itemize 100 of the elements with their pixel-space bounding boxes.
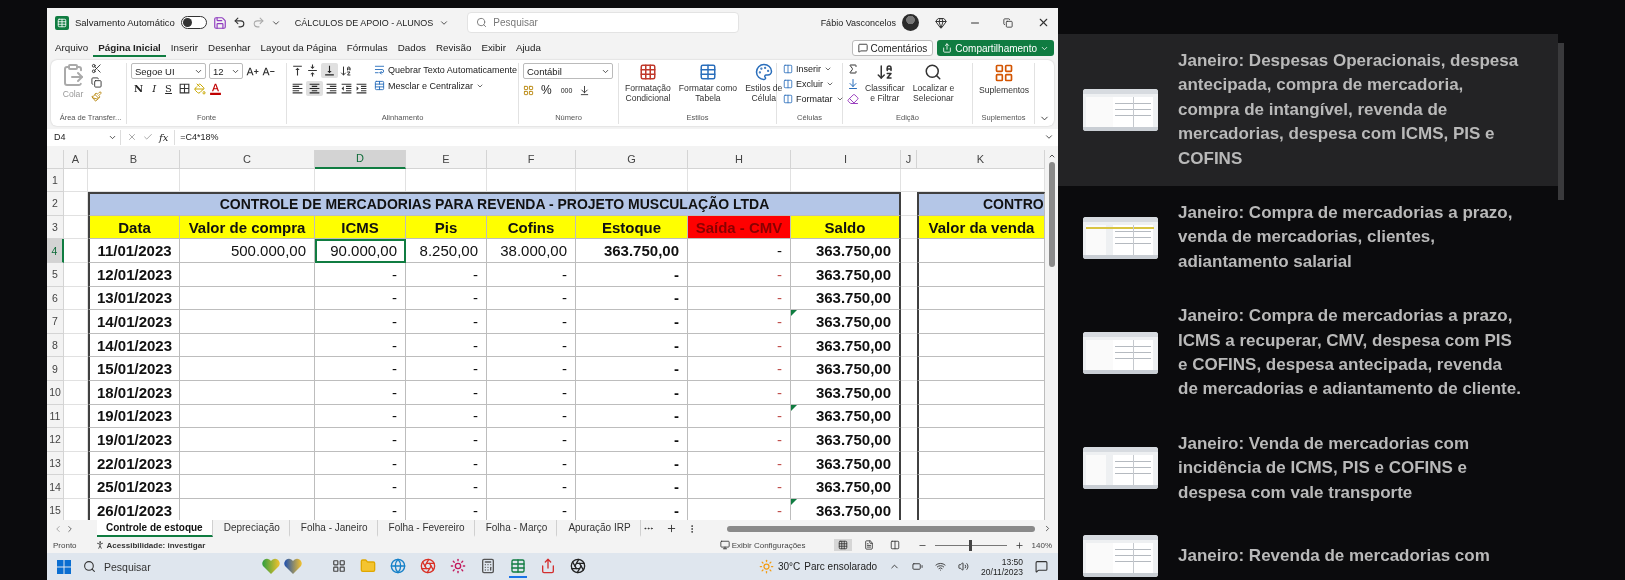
fill-color-icon[interactable] bbox=[193, 82, 206, 95]
next-sheet-icon[interactable] bbox=[65, 523, 75, 534]
column-header[interactable]: B bbox=[88, 149, 180, 169]
italic-button[interactable]: I bbox=[149, 83, 160, 95]
column-header[interactable]: F bbox=[487, 149, 576, 169]
scrollbar-thumb[interactable] bbox=[726, 525, 1035, 532]
percent-button[interactable]: % bbox=[539, 82, 554, 99]
eraser-icon[interactable] bbox=[847, 93, 859, 106]
row-header[interactable]: 15 bbox=[47, 498, 64, 521]
comments-button[interactable]: Comentários bbox=[851, 40, 934, 57]
playlist-item[interactable]: Janeiro: Compra de mercadorias a prazo, venda de mercadorias, clientes, adiantamento salarial bbox=[1058, 186, 1558, 290]
volume-icon[interactable] bbox=[958, 561, 970, 573]
wrap-text-button[interactable]: Quebrar Texto Automaticamente bbox=[372, 63, 519, 77]
zoom-in-icon[interactable] bbox=[1014, 540, 1024, 550]
wifi-icon[interactable] bbox=[935, 561, 947, 573]
formula-field[interactable]: =C4*18% bbox=[174, 129, 1038, 145]
row-header[interactable]: 6 bbox=[47, 286, 64, 311]
menu-tab[interactable]: Fórmulas bbox=[341, 39, 393, 57]
name-box[interactable]: D4 bbox=[51, 129, 121, 145]
column-header[interactable]: C bbox=[180, 149, 315, 169]
gem-icon[interactable] bbox=[935, 16, 947, 29]
search-field[interactable]: Pesquisar bbox=[467, 12, 740, 34]
notifications-icon[interactable] bbox=[1035, 560, 1048, 574]
column-header[interactable]: A bbox=[64, 149, 88, 169]
menu-tab[interactable]: Desenhar bbox=[203, 39, 256, 57]
row-header[interactable]: 7 bbox=[47, 310, 64, 334]
styles-button[interactable]: Formatar como Tabela bbox=[676, 63, 740, 104]
menu-tab[interactable]: Inserir bbox=[165, 39, 204, 57]
column-header[interactable]: E bbox=[406, 149, 487, 169]
align-bottom-icon[interactable] bbox=[321, 63, 338, 79]
row-header[interactable]: 10 bbox=[47, 380, 64, 405]
align-right-icon[interactable] bbox=[325, 82, 338, 96]
monitor-icon[interactable] bbox=[719, 540, 730, 551]
row-header[interactable]: 14 bbox=[47, 475, 64, 499]
function-button[interactable]: fx bbox=[159, 131, 169, 143]
save-icon[interactable] bbox=[212, 15, 227, 30]
number-format-select[interactable]: Contábil bbox=[523, 63, 613, 80]
editing-button[interactable]: Localizar e Selecionar bbox=[910, 63, 957, 104]
editing-button[interactable]: Classificar e Filtrar bbox=[863, 63, 907, 104]
align-middle-icon[interactable] bbox=[306, 64, 319, 78]
column-header[interactable]: H bbox=[688, 149, 791, 169]
playlist-item[interactable]: Janeiro: Revenda de mercadorias com bbox=[1058, 520, 1558, 580]
taskbar-search-field[interactable]: Pesquisar bbox=[83, 560, 203, 574]
zoom-level[interactable]: 140% bbox=[1031, 540, 1052, 550]
copy-icon[interactable] bbox=[91, 77, 102, 89]
font-select[interactable]: Segoe UI bbox=[131, 63, 206, 80]
cells-button[interactable]: Excluir bbox=[781, 78, 836, 91]
column-header[interactable]: K bbox=[917, 149, 1045, 169]
row-header[interactable]: 11 bbox=[47, 404, 64, 429]
row-header[interactable]: 13 bbox=[47, 451, 64, 476]
fill-icon[interactable] bbox=[847, 78, 859, 91]
start-icon[interactable] bbox=[57, 559, 71, 574]
column-header[interactable]: I bbox=[791, 149, 901, 169]
row-header[interactable]: 3 bbox=[47, 215, 64, 240]
column-header[interactable]: J bbox=[901, 149, 917, 169]
display-settings-link[interactable]: Exibir Configurações bbox=[731, 540, 806, 550]
battery-icon[interactable] bbox=[912, 561, 924, 573]
playlist-item[interactable]: Janeiro: Despesas Operacionais, despesa antecipada, compra de mercadoria, compra de intangível, revenda de mercadorias, despesa com ICMS, PIS e COFINS bbox=[1058, 34, 1558, 187]
scrollbar-thumb[interactable] bbox=[1048, 161, 1055, 267]
menu-tab[interactable]: Página Inicial bbox=[93, 39, 166, 57]
file-name[interactable]: CÁLCULOS DE APOIO - ALUNOS bbox=[294, 17, 434, 28]
merge-button[interactable]: Mesclar e Centralizar bbox=[372, 79, 487, 93]
scrollbar-thumb[interactable] bbox=[1558, 43, 1564, 200]
cells-button[interactable]: Inserir bbox=[781, 63, 834, 76]
add-sheet-icon[interactable] bbox=[665, 523, 677, 535]
row-header[interactable]: 5 bbox=[47, 262, 64, 287]
share-button[interactable]: Compartilhamento bbox=[937, 40, 1054, 57]
align-top-icon[interactable] bbox=[291, 64, 304, 78]
playlist-item[interactable]: Janeiro: Compra de mercadorias a prazo, ICMS a recuperar, CMV, despesa com PIS e COFINS, despesa antecipada, revenda de mercadorias e adiantamento de cliente. bbox=[1058, 289, 1558, 417]
autosum-icon[interactable] bbox=[847, 63, 859, 76]
styles-button[interactable]: Formatação Condicional bbox=[623, 63, 673, 104]
cut-icon[interactable] bbox=[91, 63, 102, 75]
undo-icon[interactable] bbox=[232, 16, 246, 30]
menu-tab[interactable]: Revisão bbox=[431, 39, 477, 57]
menu-tab[interactable]: Dados bbox=[392, 39, 431, 57]
menu-tab[interactable]: Layout da Página bbox=[255, 39, 342, 57]
row-header[interactable]: 12 bbox=[47, 428, 64, 452]
align-left-icon[interactable] bbox=[291, 82, 304, 96]
indent-icon[interactable] bbox=[355, 82, 368, 96]
accessibility-status[interactable]: Acessibilidade: investigar bbox=[106, 540, 206, 550]
restore-icon[interactable] bbox=[1003, 17, 1013, 28]
scroll-right-icon[interactable] bbox=[1043, 524, 1052, 534]
bold-button[interactable]: N bbox=[131, 83, 147, 95]
menu-tab[interactable]: Exibir bbox=[476, 39, 511, 57]
underline-button[interactable]: S bbox=[162, 83, 175, 95]
align-center-icon[interactable] bbox=[306, 81, 323, 97]
row-header[interactable]: 8 bbox=[47, 333, 64, 358]
sheet-tab[interactable]: Controle de estoque bbox=[97, 520, 213, 538]
column-header[interactable]: D bbox=[315, 149, 406, 169]
autosave-toggle[interactable] bbox=[180, 16, 207, 30]
accessibility-icon[interactable] bbox=[94, 540, 105, 551]
font-size-select[interactable]: 12 bbox=[209, 63, 243, 80]
menu-tab[interactable]: Arquivo bbox=[50, 39, 94, 57]
row-header[interactable]: 2 bbox=[47, 192, 64, 216]
column-header[interactable]: G bbox=[576, 149, 688, 169]
vertical-scrollbar[interactable] bbox=[1045, 149, 1058, 521]
font-color-icon[interactable] bbox=[208, 82, 222, 96]
cells-button[interactable]: Formatar bbox=[781, 93, 846, 106]
normal-view-icon[interactable] bbox=[833, 539, 852, 552]
paintbrush-icon[interactable] bbox=[91, 91, 102, 103]
